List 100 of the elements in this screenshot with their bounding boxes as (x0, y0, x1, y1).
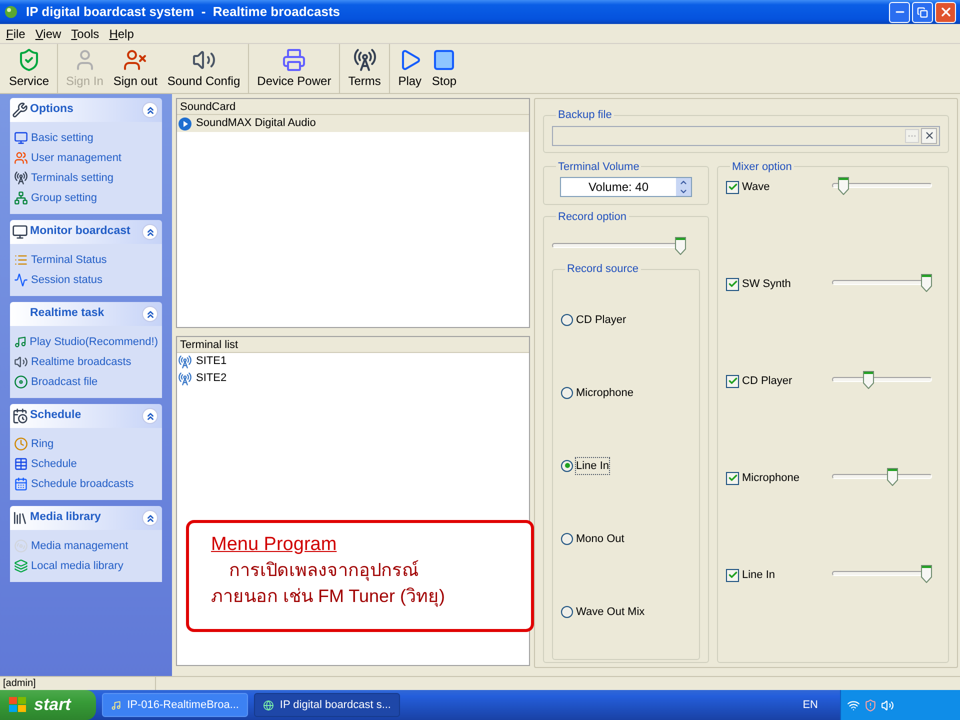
radio-button[interactable] (561, 314, 573, 326)
sidebar-link[interactable]: Group setting (31, 190, 98, 206)
radio-button[interactable] (561, 606, 573, 618)
toolbar-button[interactable]: Terms (343, 44, 386, 93)
toolbar-button[interactable]: Sound Config (162, 44, 246, 93)
antenna-icon (352, 48, 377, 72)
slider[interactable] (832, 468, 932, 486)
radio-option[interactable]: CD Player (561, 312, 626, 328)
radio-option[interactable]: Wave Out Mix (561, 604, 645, 620)
taskbar-button[interactable]: IP-016-RealtimeBroa... (102, 693, 248, 717)
speaker-icon[interactable] (881, 698, 894, 712)
slider[interactable] (832, 565, 932, 583)
radio-button[interactable] (561, 532, 573, 545)
close-button[interactable] (935, 2, 956, 22)
chart-icon (14, 273, 28, 287)
collapse-button[interactable] (142, 510, 158, 526)
slider[interactable] (832, 274, 932, 292)
slider[interactable] (832, 177, 932, 195)
sidebar-link[interactable]: Broadcast file (31, 374, 98, 390)
group-label: Record option (557, 210, 628, 224)
slider-thumb[interactable] (838, 177, 850, 195)
radio-option[interactable]: Mono Out (561, 530, 624, 547)
collapse-button[interactable] (142, 408, 158, 424)
sidebar-link[interactable]: Terminals setting (31, 170, 114, 186)
mixer-checkbox[interactable]: CD Player (726, 373, 832, 390)
sidebar-link[interactable]: Media management (31, 538, 128, 554)
network-icon[interactable] (847, 698, 860, 712)
panel-title: Media library (30, 510, 101, 526)
radio-button[interactable] (561, 386, 573, 399)
calendar-icon (12, 408, 28, 424)
checkbox[interactable] (726, 180, 739, 194)
radio-option[interactable]: Line In (561, 458, 610, 474)
toolbar-button[interactable]: Sign out (108, 44, 162, 93)
sidebar-link[interactable]: Realtime broadcasts (31, 354, 132, 370)
toolbar-button[interactable]: Service (4, 44, 54, 93)
mixer-checkbox[interactable]: Microphone (726, 470, 832, 486)
chevron-up-icon (144, 308, 156, 320)
checkbox[interactable] (726, 278, 739, 291)
collapse-button[interactable] (142, 224, 158, 240)
close-icon (924, 130, 934, 141)
menu-item[interactable]: File (6, 24, 26, 42)
sidebar-link[interactable]: Terminal Status (31, 252, 107, 268)
checkbox[interactable] (726, 568, 739, 582)
toolbar-button[interactable]: Stop (426, 44, 462, 93)
shield-icon (17, 48, 41, 72)
windows-logo-icon (8, 696, 28, 714)
toolbar-button[interactable]: Play (392, 44, 427, 93)
calendar-icon (14, 477, 28, 491)
spin-up-icon[interactable] (679, 178, 688, 187)
slider[interactable] (832, 371, 932, 389)
sidebar-link[interactable]: Schedule (31, 456, 77, 472)
disc-icon (14, 539, 28, 553)
music-icon (14, 335, 27, 349)
check-icon (728, 473, 738, 484)
group-label: Mixer option (731, 160, 793, 174)
close-icon (938, 5, 952, 19)
mixer-checkbox[interactable]: Line In (726, 567, 832, 584)
sidebar-link[interactable]: User management (31, 150, 122, 166)
menu-item[interactable]: View (35, 24, 62, 42)
check-icon (728, 570, 738, 580)
slider[interactable] (552, 237, 686, 255)
collapse-button[interactable] (142, 102, 158, 118)
user-remove-icon (123, 48, 148, 72)
slider-thumb[interactable] (863, 371, 874, 389)
mixer-checkbox[interactable]: Wave (726, 179, 832, 196)
sidebar-link[interactable]: Session status (31, 272, 103, 288)
check-icon (728, 279, 738, 290)
slider-thumb[interactable] (921, 565, 932, 583)
volume-spin-field[interactable]: Volume: 40 (560, 177, 692, 197)
mixer-checkbox[interactable]: SW Synth (726, 276, 832, 292)
backup-file-field[interactable] (552, 126, 940, 146)
sidebar-link[interactable]: Ring (31, 436, 54, 452)
stop-icon (432, 48, 456, 72)
sidebar-link[interactable]: Play Studio(Recommend!) (30, 334, 158, 350)
list-item[interactable]: SoundMAX Digital Audio (177, 115, 529, 132)
menu-item[interactable]: Tools (71, 24, 100, 42)
start-button[interactable]: start (0, 690, 96, 720)
slider-thumb[interactable] (887, 468, 898, 486)
language-indicator[interactable]: EN (802, 696, 818, 714)
toolbar-button[interactable]: Device Power (252, 44, 336, 93)
table-icon (14, 457, 28, 471)
radio-button[interactable] (561, 460, 573, 472)
radio-option[interactable]: Microphone (561, 384, 634, 401)
sidebar-link[interactable]: Schedule broadcasts (31, 476, 134, 492)
group-label: Terminal Volume (557, 160, 640, 174)
minimize-button[interactable] (889, 2, 910, 22)
sidebar-link[interactable]: Basic setting (31, 130, 94, 146)
checkbox[interactable] (726, 374, 739, 388)
slider-thumb[interactable] (921, 274, 932, 292)
menu-item[interactable]: Help (109, 24, 134, 42)
spin-down-icon[interactable] (679, 187, 688, 196)
sidebar-link[interactable]: Local media library (31, 558, 124, 574)
slider-thumb[interactable] (675, 237, 686, 255)
app-icon (111, 698, 122, 712)
restore-button[interactable] (912, 2, 933, 22)
taskbar-button[interactable]: IP digital boardcast s... (254, 693, 400, 717)
clear-button[interactable] (921, 128, 937, 144)
checkbox[interactable] (726, 472, 739, 485)
collapse-button[interactable] (142, 306, 158, 322)
layers-icon (14, 559, 28, 573)
